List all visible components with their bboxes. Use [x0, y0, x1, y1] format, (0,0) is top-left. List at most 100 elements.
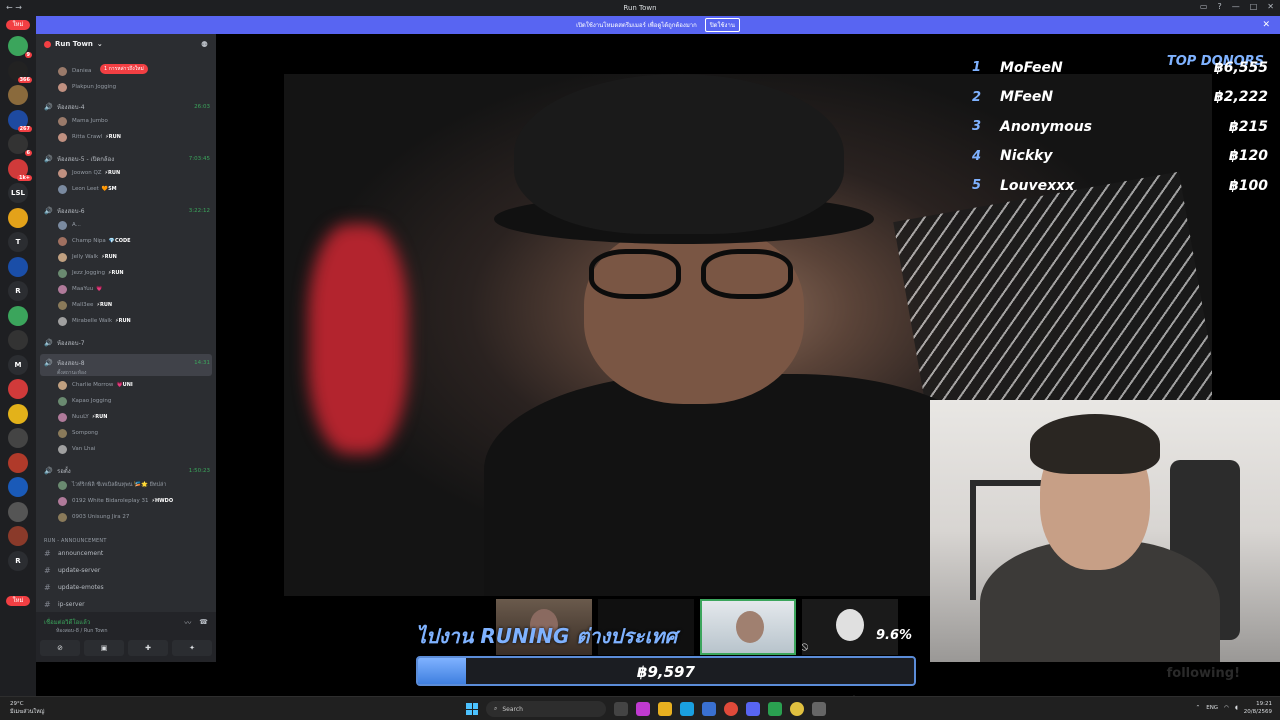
disconnect-icon[interactable]: ☎: [199, 618, 208, 628]
server-icon[interactable]: 9: [8, 36, 32, 58]
volume-icon[interactable]: ◖: [1235, 705, 1238, 711]
server-icon[interactable]: [8, 403, 28, 424]
server-icon[interactable]: [8, 305, 28, 326]
avatar: [58, 444, 67, 454]
store-icon[interactable]: [702, 702, 716, 716]
server-icon[interactable]: [8, 452, 28, 473]
voice-channel[interactable]: 🔊 รอตั้ง 1:50:23: [44, 464, 210, 478]
new-mention-pill[interactable]: 1 การหล่าวถึงใหม่: [100, 64, 148, 74]
taskbar-search[interactable]: ⌕ Search: [486, 701, 606, 717]
server-icon[interactable]: [8, 526, 28, 546]
participant-thumb-speaking[interactable]: [700, 599, 796, 655]
voice-user[interactable]: Jezz Jogging ⚡RUN: [58, 266, 210, 280]
voice-location[interactable]: ห้องสอบ-8 / Run Town: [56, 627, 108, 635]
voice-user[interactable]: Mirabelle Walk ⚡RUN: [58, 314, 210, 328]
voice-channel[interactable]: 🔊 ห้องสอบ-4 26:03: [44, 100, 210, 114]
inbox-icon[interactable]: ▭: [1200, 2, 1208, 11]
server-icon[interactable]: [8, 207, 28, 228]
donor-name: Louvexxx: [1000, 177, 1075, 194]
voice-user[interactable]: Leon Leet 🧡SM: [58, 182, 210, 196]
voice-user[interactable]: Mama Jumbo: [58, 114, 210, 128]
server-icon[interactable]: 366: [8, 60, 32, 83]
banner-action-button[interactable]: ปิดใช้งาน: [704, 18, 740, 32]
language-indicator[interactable]: ENG: [1206, 705, 1218, 711]
server-header[interactable]: Run Town ⌄: [44, 40, 103, 48]
voice-user[interactable]: Champ Nipa 💎CODE: [58, 234, 210, 248]
server-icon[interactable]: 6: [8, 134, 32, 156]
text-channel[interactable]: # ip-server: [44, 597, 210, 611]
app-icon[interactable]: [768, 702, 782, 716]
server-icon[interactable]: [8, 256, 28, 277]
user-name: Jelly Walk: [72, 254, 99, 260]
camera-off-button[interactable]: ⊘: [40, 640, 80, 656]
server-icon[interactable]: M: [8, 354, 28, 375]
donor-rank: 3: [972, 119, 982, 135]
server-icon[interactable]: R: [8, 550, 28, 571]
server-icon[interactable]: [8, 477, 28, 497]
chrome-icon[interactable]: [724, 702, 738, 716]
server-icon[interactable]: [8, 330, 28, 350]
voice-user[interactable]: Van Lhai: [58, 442, 210, 456]
copilot-icon[interactable]: [636, 702, 650, 716]
voice-user[interactable]: Mall3ee ⚡RUN: [58, 298, 210, 312]
minimize-button[interactable]: —: [1232, 2, 1240, 11]
voice-user[interactable]: A...: [58, 218, 210, 232]
voice-user[interactable]: ไวท์ริกพิลิ ซีเทเบิลผินทุพน 🎏🌟 ยีทปล่า: [58, 478, 210, 492]
server-icon[interactable]: [8, 85, 28, 105]
screen-share-button[interactable]: ▣: [84, 640, 124, 656]
clock[interactable]: 19:21 20/8/2569: [1244, 700, 1272, 716]
voice-user[interactable]: Ritta Crawl ⚡RUN: [58, 130, 210, 144]
banner-close-icon[interactable]: ✕: [1262, 20, 1270, 30]
file-explorer-icon[interactable]: [658, 702, 672, 716]
voice-user[interactable]: Joowon QZ ⚡RUN: [58, 166, 210, 180]
close-button[interactable]: ✕: [1267, 2, 1274, 11]
server-icon[interactable]: T: [8, 232, 28, 252]
server-icon[interactable]: 267: [8, 109, 32, 132]
user-tag: ⚡RUN: [108, 270, 124, 276]
participant-thumb[interactable]: ⃠: [802, 599, 898, 655]
weather-widget[interactable]: 29°C มีเมฆส่วนใหญ่: [10, 700, 44, 716]
app-icon[interactable]: [812, 702, 826, 716]
server-icon[interactable]: [8, 428, 28, 448]
text-channel[interactable]: # update-emotes: [44, 580, 210, 594]
voice-user[interactable]: Jelly Walk ⚡RUN: [58, 250, 210, 264]
soundboard-button[interactable]: ✦: [172, 640, 212, 656]
channel-name: ห้องสอบ-5 - เปิดกล้อง: [57, 156, 115, 163]
new-unread-pill-bottom[interactable]: ใหม่: [6, 596, 30, 606]
tray-chevron-icon[interactable]: ⌃: [1196, 705, 1201, 711]
wifi-icon[interactable]: ◠: [1224, 705, 1229, 711]
edge-icon[interactable]: [680, 702, 694, 716]
discord-icon[interactable]: [746, 702, 760, 716]
voice-user[interactable]: 0903 Unisung Jira 27: [58, 510, 210, 524]
avatar: [58, 512, 67, 522]
server-icon[interactable]: 1k+: [8, 158, 32, 181]
voice-channel[interactable]: 🔊 ห้องสอบ-7: [44, 336, 210, 350]
voice-channel[interactable]: 🔊 ห้องสอบ-6 3:22:12: [44, 204, 210, 218]
voice-user[interactable]: Charlie Morrow 💗UNI: [58, 378, 210, 392]
app-window: ← → Run Town ▭ ? — □ ✕ เปิดใช้งานโหมดสตร…: [0, 0, 1280, 720]
add-member-icon[interactable]: ⚉: [201, 40, 208, 49]
category-header[interactable]: RUN - ANNOUNCEMENT: [44, 538, 107, 544]
help-icon[interactable]: ?: [1217, 2, 1221, 11]
maximize-button[interactable]: □: [1250, 2, 1258, 11]
new-unread-pill-top[interactable]: ใหม่: [6, 20, 30, 30]
voice-user[interactable]: Plakpun Jogging: [58, 80, 210, 94]
server-icon[interactable]: [8, 501, 28, 522]
activities-button[interactable]: ✚: [128, 640, 168, 656]
server-icon[interactable]: LSL: [8, 183, 28, 203]
voice-user[interactable]: Kapao Jogging: [58, 394, 210, 408]
task-view-icon[interactable]: [614, 702, 628, 716]
server-icon[interactable]: R: [8, 281, 28, 301]
voice-user[interactable]: Sompong: [58, 426, 210, 440]
voice-channel[interactable]: 🔊 ห้องสอบ-5 - เปิดกล้อง 7:03:45: [44, 152, 210, 166]
voice-user[interactable]: MaaYuu 💗: [58, 282, 210, 296]
text-channel[interactable]: # announcement: [44, 546, 210, 560]
server-icon[interactable]: [8, 379, 28, 399]
chrome-alt-icon[interactable]: [790, 702, 804, 716]
voice-user[interactable]: 0192 White Bidaroleplay 31 ⚡HWDO: [58, 494, 210, 508]
noise-suppression-icon[interactable]: 〰: [184, 618, 191, 628]
user-name: Mall3ee: [72, 302, 94, 308]
voice-user[interactable]: NuuLY ⚡RUN: [58, 410, 210, 424]
text-channel[interactable]: # update-server: [44, 563, 210, 577]
start-icon[interactable]: [466, 703, 478, 715]
